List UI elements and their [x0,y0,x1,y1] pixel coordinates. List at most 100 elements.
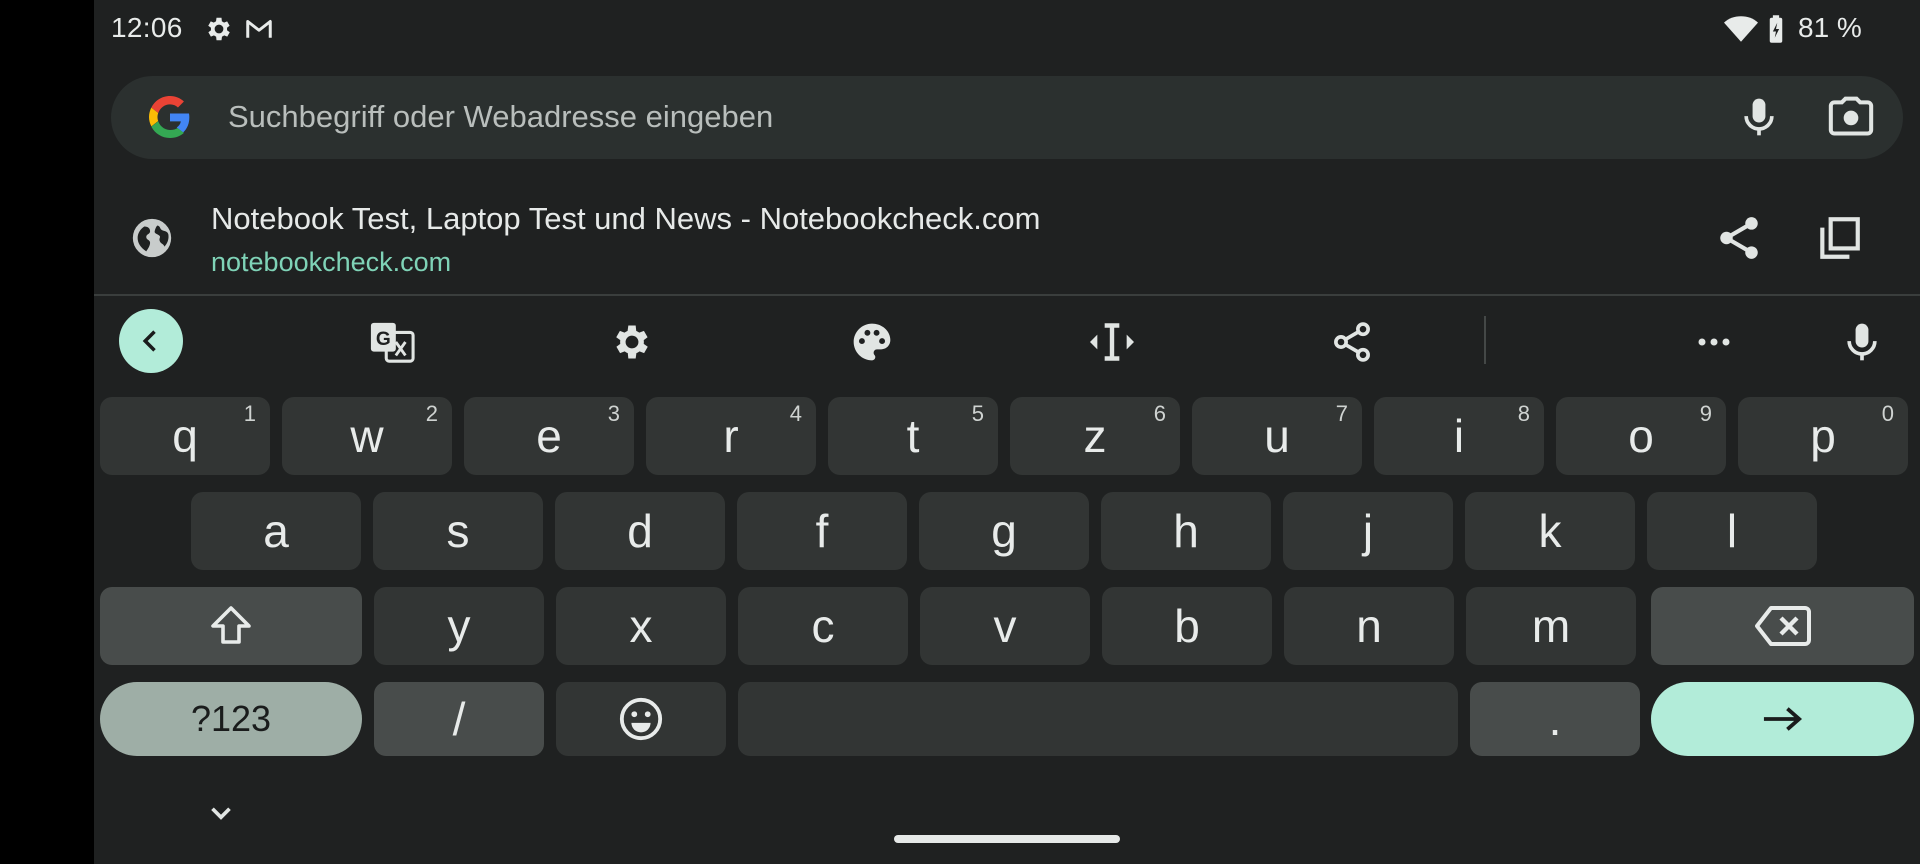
key-label: f [815,505,829,557]
key-c[interactable]: c [738,587,908,665]
key-e[interactable]: e3 [464,397,634,475]
symbols-key[interactable]: ?123 [100,682,362,756]
key-label: k [1538,505,1562,557]
key-label: t [906,410,920,462]
key-hint: 1 [243,401,256,426]
more-icon [1698,338,1730,346]
svg-text:G: G [376,329,391,350]
gear-icon [208,17,230,41]
key-hint: 7 [1335,401,1348,426]
key-label: r [723,410,739,462]
search-input[interactable] [228,94,1528,140]
arrow-right-icon [1763,707,1802,731]
key-label: a [263,505,289,557]
home-indicator[interactable] [894,835,1120,843]
key-label: p [1810,410,1836,462]
key-hint: 9 [1699,401,1712,426]
shift-icon [211,606,251,644]
toolbar-voice-button[interactable] [1836,316,1888,368]
key-label: u [1264,410,1290,462]
backspace-key[interactable] [1651,587,1914,665]
key-v[interactable]: v [920,587,1090,665]
key-label: s [446,505,470,557]
slash-key[interactable]: / [374,682,544,756]
key-label: q [172,410,198,462]
screen: 12:06 81 % Suchbegriff oder Webadresse e… [94,0,1920,864]
key-label: n [1356,600,1382,652]
key-u[interactable]: u7 [1192,397,1362,475]
globe-icon [132,218,172,258]
emoji-key[interactable] [556,682,726,756]
toolbar-theme-button[interactable] [846,316,898,368]
key-a[interactable]: a [191,492,361,570]
key-label: o [1628,410,1654,462]
key-h[interactable]: h [1101,492,1271,570]
chevron-down-icon[interactable] [204,796,238,830]
wifi-icon [1724,16,1758,42]
key-label: l [1726,505,1738,557]
toolbar-more-button[interactable] [1688,316,1740,368]
key-w[interactable]: w2 [282,397,452,475]
edit-icon[interactable] [1816,213,1866,263]
toolbar-translate-button[interactable]: G [366,316,418,368]
key-n[interactable]: n [1284,587,1454,665]
key-q[interactable]: q1 [100,397,270,475]
key-label: z [1083,410,1107,462]
key-x[interactable]: x [556,587,726,665]
suggestion-url: notebookcheck.com [211,247,452,277]
key-label: m [1531,600,1571,652]
share-icon-toolbar [1334,322,1370,362]
edit-icon-visible[interactable] [1914,213,1920,263]
key-label: i [1453,410,1465,462]
key-hint: 2 [425,401,438,426]
key-d[interactable]: d [555,492,725,570]
space-key[interactable] [738,682,1458,756]
key-y[interactable]: y [374,587,544,665]
toolbar-text-editing-button[interactable] [1086,316,1138,368]
key-hint: 3 [607,401,620,426]
shift-key[interactable] [100,587,362,665]
key-t[interactable]: t5 [828,397,998,475]
google-logo [149,96,190,138]
period-key[interactable]: . [1470,682,1640,756]
key-f[interactable]: f [737,492,907,570]
key-r[interactable]: r4 [646,397,816,475]
key-l[interactable]: l [1647,492,1817,570]
key-label: j [1362,505,1374,557]
toolbar-separator [1484,316,1486,364]
key-label: h [1173,505,1199,557]
suggestion-item[interactable]: Notebook Test, Laptop Test und News - No… [94,185,1920,295]
key-label: v [993,600,1017,652]
key-label: y [447,600,471,652]
key-label: d [627,505,653,557]
key-p[interactable]: p0 [1738,397,1908,475]
chevron-left-icon [142,330,156,352]
key-k[interactable]: k [1465,492,1635,570]
key-s[interactable]: s [373,492,543,570]
key-z[interactable]: z6 [1010,397,1180,475]
key-b[interactable]: b [1102,587,1272,665]
toolbar-back-button[interactable] [119,309,183,373]
key-j[interactable]: j [1283,492,1453,570]
key-label: x [629,600,653,652]
camera-icon[interactable] [1827,95,1875,139]
key-label: g [991,505,1017,557]
status-time: 12:06 [111,12,183,43]
share-icon[interactable] [1714,213,1764,263]
key-hint: 5 [971,401,984,426]
toolbar-settings-button[interactable] [606,316,658,368]
key-g[interactable]: g [919,492,1089,570]
enter-key[interactable] [1651,682,1914,756]
key-hint: 6 [1153,401,1166,426]
suggestion-title: Notebook Test, Laptop Test und News - No… [211,201,1041,236]
key-o[interactable]: o9 [1556,397,1726,475]
key-label: w [350,410,384,462]
key-i[interactable]: i8 [1374,397,1544,475]
key-hint: 8 [1517,401,1530,426]
key-m[interactable]: m [1466,587,1636,665]
toolbar-share-button[interactable] [1326,316,1378,368]
cursor-icon [1090,323,1134,361]
omnibox[interactable] [111,76,1903,159]
gmail-icon [246,20,272,38]
mic-icon[interactable] [1737,95,1781,139]
